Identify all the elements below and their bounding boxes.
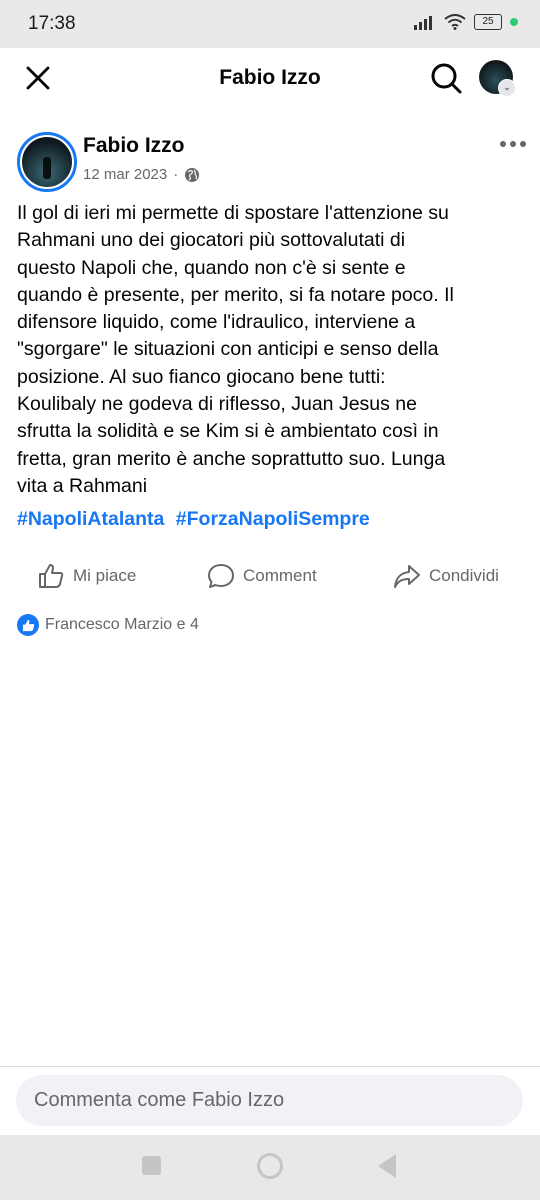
status-bar: 17:38 25 bbox=[0, 0, 540, 48]
post-actions: Mi piace Comment Condividi bbox=[0, 556, 540, 596]
meta-separator: · bbox=[173, 166, 179, 183]
comment-button[interactable]: Comment bbox=[207, 562, 317, 590]
post-line: fretta, gran merito è anche soprattutto … bbox=[17, 447, 446, 470]
top-app-bar: Fabio Izzo ⌄ bbox=[0, 48, 540, 110]
more-options-icon[interactable] bbox=[498, 136, 528, 152]
comment-icon bbox=[208, 564, 234, 588]
post-line: quando è presente, per merito, si fa not… bbox=[17, 283, 454, 306]
home-icon[interactable] bbox=[257, 1153, 283, 1179]
system-nav-bar bbox=[0, 1135, 540, 1200]
status-icons: 25 bbox=[414, 14, 518, 30]
reactions-text: Francesco Marzio e 4 bbox=[45, 616, 199, 633]
avatar-icon[interactable]: ⌄ bbox=[479, 60, 516, 97]
avatar[interactable] bbox=[17, 132, 77, 192]
author-name[interactable]: Fabio Izzo bbox=[83, 134, 185, 158]
battery-icon: 25 bbox=[474, 14, 502, 30]
post-line: Rahmani uno dei giocatori più sottovalut… bbox=[17, 229, 406, 252]
post-meta: 12 mar 2023 · bbox=[83, 166, 200, 183]
post-line: difensore liquido, come l'idraulico, int… bbox=[17, 311, 416, 334]
comment-label: Comment bbox=[243, 566, 317, 585]
globe-icon bbox=[185, 167, 200, 182]
chevron-down-icon: ⌄ bbox=[498, 79, 516, 97]
post-line: Koulibaly ne godeva di riflesso, Juan Je… bbox=[17, 393, 417, 416]
hashtags: #NapoliAtalanta #ForzaNapoliSempre bbox=[17, 508, 376, 531]
like-button[interactable]: Mi piace bbox=[37, 562, 136, 590]
post-line: "sgorgare" le situazioni con anticipi e … bbox=[17, 338, 439, 361]
divider bbox=[0, 1066, 540, 1067]
signal-icon bbox=[414, 16, 432, 30]
status-time: 17:38 bbox=[28, 13, 76, 34]
comment-input[interactable]: Commenta come Fabio Izzo bbox=[16, 1075, 523, 1126]
post-date[interactable]: 12 mar 2023 bbox=[83, 166, 167, 183]
post-line: vita a Rahmani bbox=[17, 474, 148, 497]
share-label: Condividi bbox=[429, 566, 499, 585]
reactions-summary[interactable]: Francesco Marzio e 4 bbox=[17, 614, 199, 636]
hashtag-link[interactable]: #ForzaNapoliSempre bbox=[176, 508, 370, 530]
share-icon bbox=[394, 565, 420, 588]
thumbs-up-icon bbox=[39, 564, 64, 588]
wifi-icon bbox=[444, 14, 466, 30]
post-line: posizione. Al suo fianco giocano bene tu… bbox=[17, 365, 386, 388]
post-line: questo Napoli che, quando non c'è si sen… bbox=[17, 256, 406, 279]
post-line: sfrutta la solidità e se Kim si è ambien… bbox=[17, 420, 439, 443]
post-body: Il gol di ieri mi permette di spostare l… bbox=[17, 200, 517, 500]
search-icon[interactable] bbox=[428, 60, 464, 96]
share-button[interactable]: Condividi bbox=[393, 562, 499, 590]
like-reaction-icon bbox=[17, 614, 39, 636]
recent-apps-icon[interactable] bbox=[142, 1156, 161, 1175]
avatar-image bbox=[22, 137, 72, 187]
like-label: Mi piace bbox=[73, 566, 137, 585]
hashtag-link[interactable]: #NapoliAtalanta bbox=[17, 508, 164, 530]
post-line: Il gol di ieri mi permette di spostare l… bbox=[17, 202, 449, 224]
back-icon[interactable] bbox=[378, 1154, 396, 1178]
dot-icon bbox=[510, 18, 518, 26]
